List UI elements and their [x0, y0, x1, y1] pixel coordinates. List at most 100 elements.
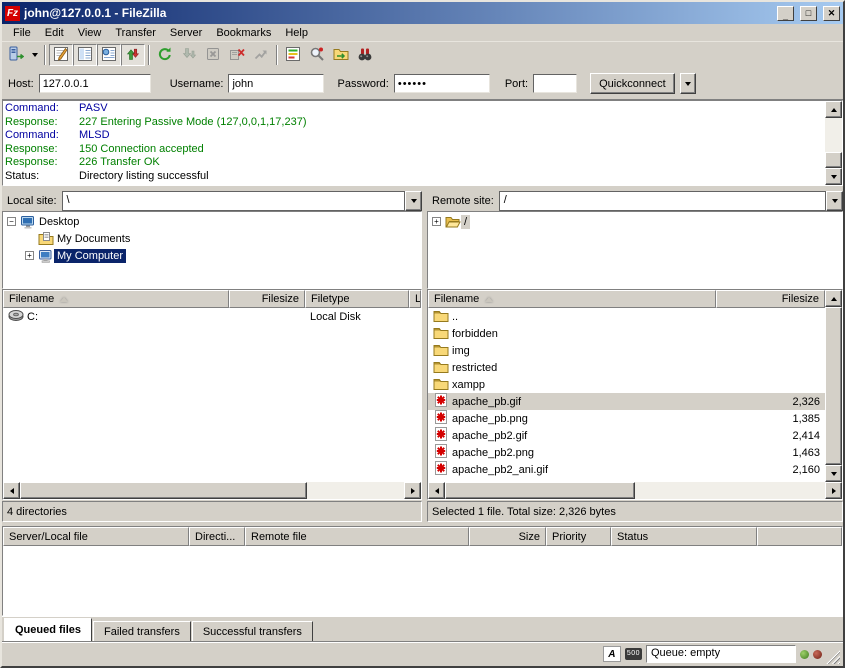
log-line-status: Status:Directory listing successful: [5, 170, 823, 184]
remote-site-dropdown-button[interactable]: [826, 191, 843, 211]
file-row[interactable]: apache_pb2_ani.gif2,160: [428, 461, 825, 478]
refresh-button[interactable]: [153, 44, 177, 66]
file-row[interactable]: img: [428, 342, 825, 359]
toggle-local-tree-button[interactable]: [73, 44, 97, 66]
menu-bookmarks[interactable]: Bookmarks: [209, 25, 278, 41]
scroll-left-button[interactable]: [428, 482, 445, 499]
file-row[interactable]: forbidden: [428, 325, 825, 342]
remote-list-vscrollbar[interactable]: [825, 290, 842, 482]
column-label: Filesize: [782, 293, 819, 305]
file-search-button[interactable]: [353, 44, 377, 66]
scroll-down-button[interactable]: [825, 465, 842, 482]
column-header-status[interactable]: Status: [611, 527, 757, 546]
menu-file[interactable]: File: [6, 25, 38, 41]
menu-edit[interactable]: Edit: [38, 25, 71, 41]
directory-comparison-button[interactable]: [281, 44, 305, 66]
file-row[interactable]: ..: [428, 308, 825, 325]
maximize-button[interactable]: □: [800, 6, 817, 21]
tree-item-desktop[interactable]: −Desktop: [4, 213, 420, 230]
transfer-type-indicator-icon[interactable]: A: [603, 646, 621, 662]
port-input[interactable]: [533, 74, 577, 93]
column-header-extra[interactable]: [757, 527, 842, 546]
quickconnect-button[interactable]: Quickconnect: [590, 73, 675, 94]
reconnect-button[interactable]: [249, 44, 273, 66]
password-input[interactable]: [394, 74, 490, 93]
remote-site-combo[interactable]: /: [499, 191, 843, 211]
toggle-transfer-queue-icon: [125, 46, 141, 65]
log-text: Directory listing successful: [79, 170, 209, 184]
toggle-message-log-icon: [53, 46, 69, 65]
local-site-combo[interactable]: \: [62, 191, 422, 211]
tree-expander[interactable]: +: [25, 251, 34, 260]
remote-list-hscrollbar[interactable]: [428, 482, 842, 499]
site-manager-dropdown-button[interactable]: [28, 44, 41, 66]
tree-expander[interactable]: −: [7, 217, 16, 226]
file-row[interactable]: xampp: [428, 376, 825, 393]
file-row[interactable]: C:Local Disk: [3, 308, 421, 325]
file-row[interactable]: apache_pb.gif2,326: [428, 393, 825, 410]
column-header-filename[interactable]: Filename: [428, 290, 716, 308]
remote-site-value[interactable]: /: [499, 191, 826, 211]
local-list-hscrollbar[interactable]: [3, 482, 421, 499]
tree-expander[interactable]: +: [432, 217, 441, 226]
file-row[interactable]: apache_pb.png1,385: [428, 410, 825, 427]
local-site-value[interactable]: \: [62, 191, 405, 211]
scrollbar-thumb[interactable]: [825, 152, 842, 168]
file-row[interactable]: apache_pb2.gif2,414: [428, 427, 825, 444]
scrollbar-thumb[interactable]: [445, 482, 635, 499]
file-row[interactable]: restricted: [428, 359, 825, 376]
menu-transfer[interactable]: Transfer: [108, 25, 163, 41]
synchronized-browsing-button[interactable]: [329, 44, 353, 66]
tree-item--[interactable]: +/: [429, 213, 841, 230]
menu-view[interactable]: View: [71, 25, 109, 41]
column-header-l[interactable]: L: [409, 290, 421, 308]
host-input[interactable]: [39, 74, 151, 93]
scroll-right-button[interactable]: [825, 482, 842, 499]
message-log-scrollbar[interactable]: [825, 101, 842, 185]
tree-item-my-computer[interactable]: + My Computer: [4, 247, 420, 264]
tab-failed-transfers[interactable]: Failed transfers: [93, 621, 191, 641]
username-input[interactable]: [228, 74, 324, 93]
column-header-server-local-file[interactable]: Server/Local file: [3, 527, 189, 546]
scroll-left-button[interactable]: [3, 482, 20, 499]
menu-help[interactable]: Help: [278, 25, 315, 41]
column-header-priority[interactable]: Priority: [546, 527, 611, 546]
column-header-size[interactable]: Size: [469, 527, 546, 546]
minimize-button[interactable]: _: [777, 6, 794, 21]
disconnect-button[interactable]: [225, 44, 249, 66]
scroll-up-button[interactable]: [825, 290, 842, 307]
scroll-down-button[interactable]: [825, 168, 842, 185]
column-header-filesize[interactable]: Filesize: [716, 290, 825, 308]
toggle-transfer-queue-button[interactable]: [121, 44, 145, 66]
process-queue-button[interactable]: [177, 44, 201, 66]
toggle-remote-tree-button[interactable]: [97, 44, 121, 66]
column-header-filetype[interactable]: Filetype: [305, 290, 409, 308]
scrollbar-thumb[interactable]: [20, 482, 307, 499]
close-button[interactable]: ✕: [823, 6, 840, 21]
file-row[interactable]: apache_pb2.png1,463: [428, 444, 825, 461]
local-site-dropdown-button[interactable]: [405, 191, 422, 211]
cancel-button[interactable]: [201, 44, 225, 66]
scrollbar-thumb[interactable]: [825, 307, 842, 465]
message-log: Command:PASVResponse:227 Entering Passiv…: [3, 101, 825, 185]
column-header-directi-[interactable]: Directi...: [189, 527, 245, 546]
tree-item-label: My Computer: [54, 249, 126, 263]
column-header-filesize[interactable]: Filesize: [229, 290, 305, 308]
chevron-down-icon: [832, 199, 838, 203]
tab-queued-files[interactable]: Queued files: [4, 618, 92, 641]
toggle-message-log-button[interactable]: [49, 44, 73, 66]
resize-grip[interactable]: [826, 650, 840, 664]
site-manager-button[interactable]: [4, 44, 28, 66]
quickconnect-dropdown-button[interactable]: [680, 73, 696, 94]
speed-limit-indicator-icon[interactable]: 500: [625, 648, 642, 660]
file-name: apache_pb2.png: [452, 447, 534, 459]
tab-successful-transfers[interactable]: Successful transfers: [192, 621, 313, 641]
log-prefix: Response:: [5, 156, 79, 170]
menu-server[interactable]: Server: [163, 25, 209, 41]
column-header-filename[interactable]: Filename: [3, 290, 229, 308]
filter-button[interactable]: [305, 44, 329, 66]
tree-item-my-documents[interactable]: My Documents: [4, 230, 420, 247]
scroll-up-button[interactable]: [825, 101, 842, 118]
column-header-remote-file[interactable]: Remote file: [245, 527, 469, 546]
scroll-right-button[interactable]: [404, 482, 421, 499]
